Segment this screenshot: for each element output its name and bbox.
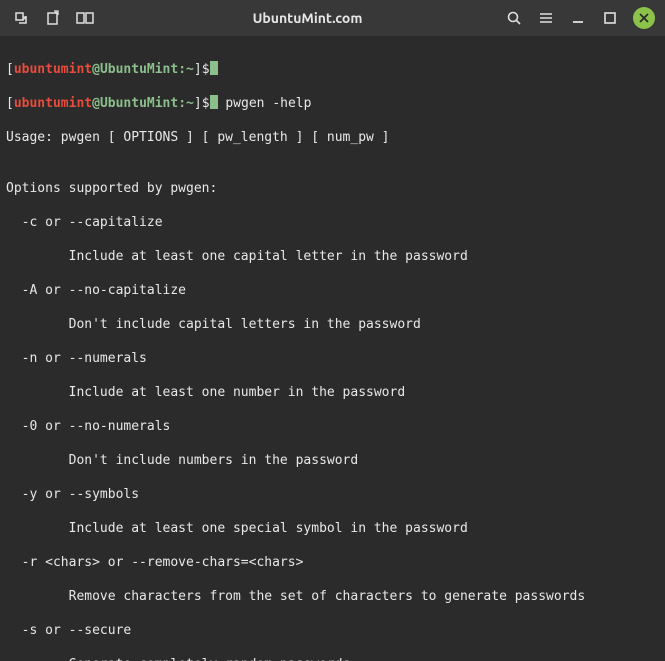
output-line: Include at least one special symbol in t… [6,520,659,537]
prompt-dollar: $ [202,62,210,77]
new-tab-icon[interactable] [12,9,30,27]
prompt-host: UbuntuMint [100,96,178,111]
prompt-path: ~ [186,62,194,77]
bracket-open: [ [6,96,14,111]
terminal-area[interactable]: [ubuntumint@UbuntuMint:~]$ [ubuntumint@U… [0,36,665,661]
output-line: Generate completely random passwords [6,656,659,661]
bracket-open: [ [6,62,14,77]
bracket-close: ] [194,62,202,77]
output-line: -n or --numerals [6,350,659,367]
titlebar-left-group [6,9,126,27]
new-window-icon[interactable] [44,9,62,27]
output-line: -y or --symbols [6,486,659,503]
search-icon[interactable] [505,9,523,27]
output-line: Remove characters from the set of charac… [6,588,659,605]
prompt-user: ubuntumint [14,62,92,77]
prompt-line-1: [ubuntumint@UbuntuMint:~]$ [6,61,659,78]
command-text: pwgen -help [218,96,312,111]
hamburger-icon[interactable] [537,9,555,27]
titlebar: UbuntuMint.com [0,0,665,36]
prompt-dollar: $ [202,96,210,111]
output-line: -0 or --no-numerals [6,418,659,435]
cursor-icon [210,95,218,109]
cursor-icon [210,61,218,75]
window-title: UbuntuMint.com [126,10,489,26]
minimize-icon[interactable] [569,9,587,27]
output-line: Don't include capital letters in the pas… [6,316,659,333]
output-line: Don't include numbers in the password [6,452,659,469]
maximize-icon[interactable] [601,9,619,27]
output-line: -A or --no-capitalize [6,282,659,299]
output-line: -r <chars> or --remove-chars=<chars> [6,554,659,571]
output-line: Usage: pwgen [ OPTIONS ] [ pw_length ] [… [6,129,659,146]
output-line: -s or --secure [6,622,659,639]
close-icon[interactable] [633,7,655,29]
output-line: -c or --capitalize [6,214,659,231]
output-line: Include at least one capital letter in t… [6,248,659,265]
prompt-line-2: [ubuntumint@UbuntuMint:~]$ pwgen -help [6,95,659,112]
output-line: Options supported by pwgen: [6,180,659,197]
output-line: Include at least one number in the passw… [6,384,659,401]
prompt-colon: : [178,62,186,77]
prompt-at: @ [92,62,100,77]
split-icon[interactable] [76,9,94,27]
prompt-at: @ [92,96,100,111]
prompt-path: ~ [186,96,194,111]
titlebar-right-group [489,7,659,29]
prompt-user: ubuntumint [14,96,92,111]
terminal-window: UbuntuMint.com [ubuntumint@UbuntuMint:~]… [0,0,665,661]
prompt-colon: : [178,96,186,111]
bracket-close: ] [194,96,202,111]
prompt-host: UbuntuMint [100,62,178,77]
